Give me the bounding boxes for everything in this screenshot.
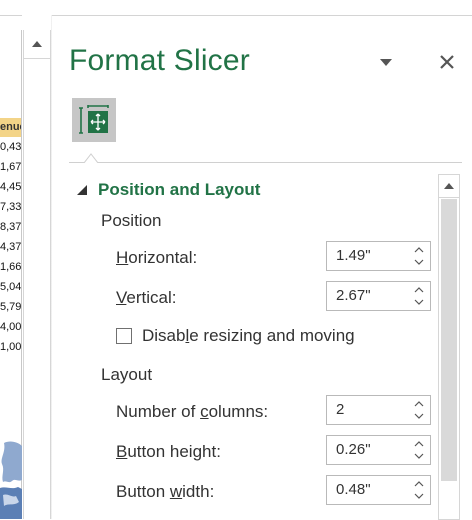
revenue-cell[interactable]: 0,43 xyxy=(0,137,21,157)
layout-heading: Layout xyxy=(101,365,153,384)
worksheet-fragment: enue 0,431,674,457,338,374,371,665,045,7… xyxy=(0,0,22,519)
caret-up-icon xyxy=(444,183,454,189)
spin-arrows-icon[interactable] xyxy=(414,399,424,421)
disable-resize-option[interactable]: Disable resizing and moving xyxy=(116,326,355,346)
button-height-value[interactable]: 0.26" xyxy=(336,441,371,458)
spin-arrows-icon[interactable] xyxy=(414,439,424,461)
ribbon-divider xyxy=(0,15,22,16)
caret-up-icon xyxy=(32,41,42,47)
revenue-cell[interactable]: 1,67 xyxy=(0,157,21,177)
button-height-label: Button height: xyxy=(116,442,221,461)
spin-arrows-icon[interactable] xyxy=(414,245,424,267)
tab-indicator-notch xyxy=(84,153,98,163)
revenue-cell[interactable]: 1,00 xyxy=(0,337,21,357)
horizontal-value[interactable]: 1.49" xyxy=(336,247,371,264)
button-width-value[interactable]: 0.48" xyxy=(336,481,371,498)
revenue-cell[interactable]: 8,37 xyxy=(0,217,21,237)
spin-arrows-icon[interactable] xyxy=(414,285,424,307)
pane-title: Format Slicer xyxy=(69,44,250,77)
button-width-label: Button width: xyxy=(116,482,215,501)
pane-scroll-thumb[interactable] xyxy=(441,199,457,481)
revenue-cell[interactable]: 1,66 xyxy=(0,257,21,277)
pane-content: Position and Layout Position Horizontal:… xyxy=(68,171,433,520)
revenue-cell[interactable]: 4,37 xyxy=(0,237,21,257)
revenue-cell[interactable]: 4,45 xyxy=(0,177,21,197)
worksheet-scrollbar[interactable] xyxy=(23,30,51,519)
position-heading: Position xyxy=(101,211,162,230)
vertical-spinner[interactable]: 2.67" xyxy=(326,281,431,311)
spin-arrows-icon[interactable] xyxy=(414,479,424,501)
close-icon xyxy=(440,55,454,69)
map-visual-fragment xyxy=(0,441,22,519)
section-label: Position and Layout xyxy=(98,180,261,199)
revenue-column-header[interactable]: enue xyxy=(0,118,21,137)
close-button[interactable] xyxy=(436,51,458,73)
button-height-spinner[interactable]: 0.26" xyxy=(326,435,431,465)
position-layout-section-header[interactable]: Position and Layout xyxy=(76,180,260,200)
horizontal-label: Horizontal: xyxy=(116,248,198,267)
revenue-cell[interactable]: 7,33 xyxy=(0,197,21,217)
revenue-cell[interactable]: 5,79 xyxy=(0,297,21,317)
size-properties-tab[interactable] xyxy=(72,98,116,142)
revenue-cell[interactable]: 4,00 xyxy=(0,317,21,337)
pane-scrollbar[interactable] xyxy=(438,174,460,520)
collapse-triangle-icon xyxy=(77,185,87,195)
vertical-label: Vertical: xyxy=(116,288,177,307)
chevron-down-icon xyxy=(380,58,392,66)
button-width-spinner[interactable]: 0.48" xyxy=(326,475,431,505)
size-properties-icon xyxy=(79,105,109,134)
tab-divider xyxy=(69,162,462,163)
scroll-up-button[interactable] xyxy=(24,30,50,59)
revenue-cell[interactable]: 5,04 xyxy=(0,277,21,297)
vertical-value[interactable]: 2.67" xyxy=(336,287,371,304)
columns-label: Number of columns: xyxy=(116,402,269,421)
disable-resize-label: Disable resizing and moving xyxy=(142,326,355,345)
disable-resize-checkbox[interactable] xyxy=(116,328,132,344)
horizontal-spinner[interactable]: 1.49" xyxy=(326,241,431,271)
columns-spinner[interactable]: 2 xyxy=(326,395,431,425)
pane-scroll-up-button[interactable] xyxy=(439,175,459,198)
format-slicer-pane: Format Slicer Position and Layout Positi… xyxy=(52,15,472,520)
task-pane-options-button[interactable] xyxy=(375,51,397,73)
columns-value[interactable]: 2 xyxy=(336,401,344,418)
